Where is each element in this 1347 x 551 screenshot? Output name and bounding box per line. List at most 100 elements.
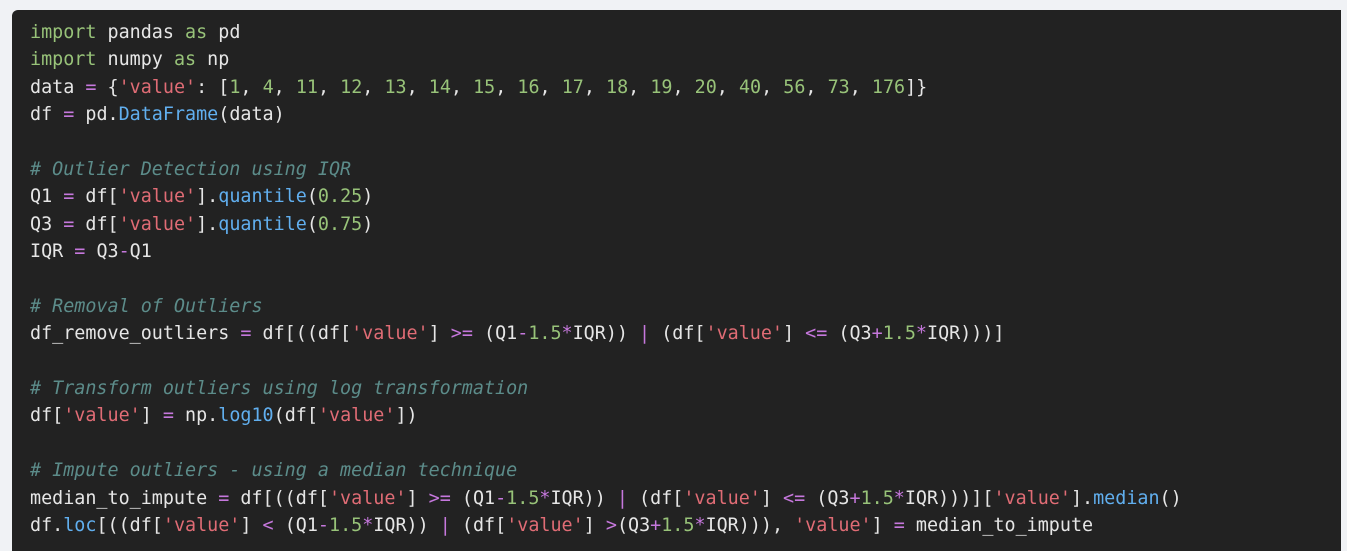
code-line: import numpy as np xyxy=(30,46,1341,73)
code-token-plain: ] xyxy=(783,323,806,345)
code-token-number: 1.5 xyxy=(860,487,894,509)
code-token-plain: , xyxy=(240,76,263,98)
page-frame: import pandas as pd import numpy as np dat… xyxy=(0,0,1347,551)
code-token-plain: IQR)) xyxy=(550,487,617,509)
code-token-plain: df. xyxy=(30,515,64,537)
code-token-plain: (Q1 xyxy=(472,323,518,345)
code-token-number: 73 xyxy=(827,76,850,98)
code-token-comment: # Impute outliers - using a median techn… xyxy=(30,460,518,482)
code-token-number: 1.5 xyxy=(506,487,540,509)
code-token-op: >= xyxy=(428,487,451,509)
code-token-number: 19 xyxy=(650,76,673,98)
code-token-op: - xyxy=(495,487,507,509)
code-token-plain: df xyxy=(30,104,64,126)
code-token-op: - xyxy=(317,515,329,537)
code-token-plain: (df[ xyxy=(450,515,507,537)
code-token-string: 'value' xyxy=(118,186,197,208)
code-token-op: = xyxy=(74,241,86,263)
code-token-plain: numpy xyxy=(96,49,174,71)
code-token-number: 0.75 xyxy=(317,213,363,235)
code-token-plain: df[((df[ xyxy=(251,323,352,345)
code-token-plain: (df[ xyxy=(627,487,684,509)
code-token-func: log10 xyxy=(218,405,274,427)
code-token-func: median xyxy=(1093,487,1160,509)
code-token-plain: { xyxy=(96,76,119,98)
code-token-number: 176 xyxy=(871,76,906,98)
code-token-plain: , xyxy=(317,76,341,98)
code-token-func: DataFrame xyxy=(118,104,219,126)
code-token-plain: () xyxy=(1159,487,1182,509)
code-token-plain: data xyxy=(30,76,86,98)
code-token-number: 1.5 xyxy=(882,323,916,345)
code-token-plain: df[((df[ xyxy=(229,487,329,509)
code-token-plain: , xyxy=(362,76,385,98)
code-token-import: import xyxy=(30,22,97,43)
code-token-plain: pd xyxy=(207,22,241,43)
code-token-plain: Q3 xyxy=(30,213,64,235)
code-token-plain: df[ xyxy=(74,186,119,208)
code-token-plain: ) xyxy=(362,186,374,208)
code-token-plain: Q3 xyxy=(85,241,119,263)
code-token-plain: ]) xyxy=(395,405,418,427)
code-token-plain: , xyxy=(583,76,606,98)
code-token-plain: ] xyxy=(871,515,894,537)
code-token-op: + xyxy=(871,323,883,345)
code-line: Q1 = df['value'].quantile(0.25) xyxy=(30,183,1341,210)
code-token-plain: , xyxy=(450,76,474,98)
code-token-plain: ] xyxy=(140,405,163,427)
code-token-plain: , xyxy=(805,76,828,98)
code-token-plain: , xyxy=(273,76,296,98)
code-token-plain: Q1 xyxy=(129,241,152,263)
code-token-string: 'value' xyxy=(118,213,197,235)
code-token-plain: IQR)) xyxy=(373,515,440,537)
code-token-plain: df_remove_outliers xyxy=(30,323,241,345)
code-token-comment: # Removal of Outliers xyxy=(30,295,263,317)
code-token-number: 17 xyxy=(561,76,584,98)
code-token-op: = xyxy=(63,186,75,208)
code-token-func: loc xyxy=(63,515,97,537)
code-token-op: | xyxy=(616,487,628,509)
code-token-string: 'value' xyxy=(794,515,872,537)
code-token-plain: (data) xyxy=(218,104,285,126)
code-token-plain: IQR)) xyxy=(572,323,640,345)
code-token-plain: ) xyxy=(362,213,374,235)
code-token-number: 40 xyxy=(738,76,762,98)
code-token-op: >= xyxy=(450,323,473,345)
code-token-op: = xyxy=(893,515,905,537)
code-token-string: 'value' xyxy=(705,323,784,345)
code-token-plain: , xyxy=(628,76,651,98)
code-token-plain: (Q1 xyxy=(273,515,318,537)
code-block[interactable]: import pandas as pd import numpy as np dat… xyxy=(12,10,1341,551)
code-token-plain: ]. xyxy=(196,186,219,208)
code-token-plain: ] xyxy=(406,487,429,509)
code-token-number: 12 xyxy=(340,76,363,98)
code-token-number: 20 xyxy=(694,76,717,98)
code-line: median_to_impute = df[((df['value'] >= (… xyxy=(30,485,1341,512)
code-token-plain: pd. xyxy=(74,104,119,126)
code-token-plain: ( xyxy=(306,213,318,235)
code-token-op: <= xyxy=(783,487,806,509)
code-token-op: | xyxy=(439,515,451,537)
code-token-string: 'value' xyxy=(317,405,396,427)
code-token-plain: ] xyxy=(583,515,606,537)
code-token-plain: ]. xyxy=(1070,487,1094,509)
code-token-plain: IQR)))] xyxy=(927,323,1005,345)
code-token-op: = xyxy=(63,104,75,126)
code-token-op: = xyxy=(218,487,230,509)
code-token-plain: df[ xyxy=(30,405,64,427)
code-token-plain: np. xyxy=(173,405,219,427)
code-token-plain: ] xyxy=(428,323,451,345)
code-token-plain: (Q3 xyxy=(805,487,850,509)
code-line: data = {'value': [1, 4, 11, 12, 13, 14, … xyxy=(30,74,1341,101)
code-token-op: * xyxy=(362,515,374,537)
code-token-op: * xyxy=(694,515,706,537)
code-token-plain: ] xyxy=(760,487,784,509)
code-token-number: 1 xyxy=(229,76,241,98)
code-line: df.loc[((df['value'] < (Q1-1.5*IQR)) | (… xyxy=(30,512,1341,539)
code-token-plain: ( xyxy=(306,186,318,208)
code-token-op: * xyxy=(561,323,573,345)
code-token-func: quantile xyxy=(218,186,307,208)
code-token-op: > xyxy=(605,515,617,537)
